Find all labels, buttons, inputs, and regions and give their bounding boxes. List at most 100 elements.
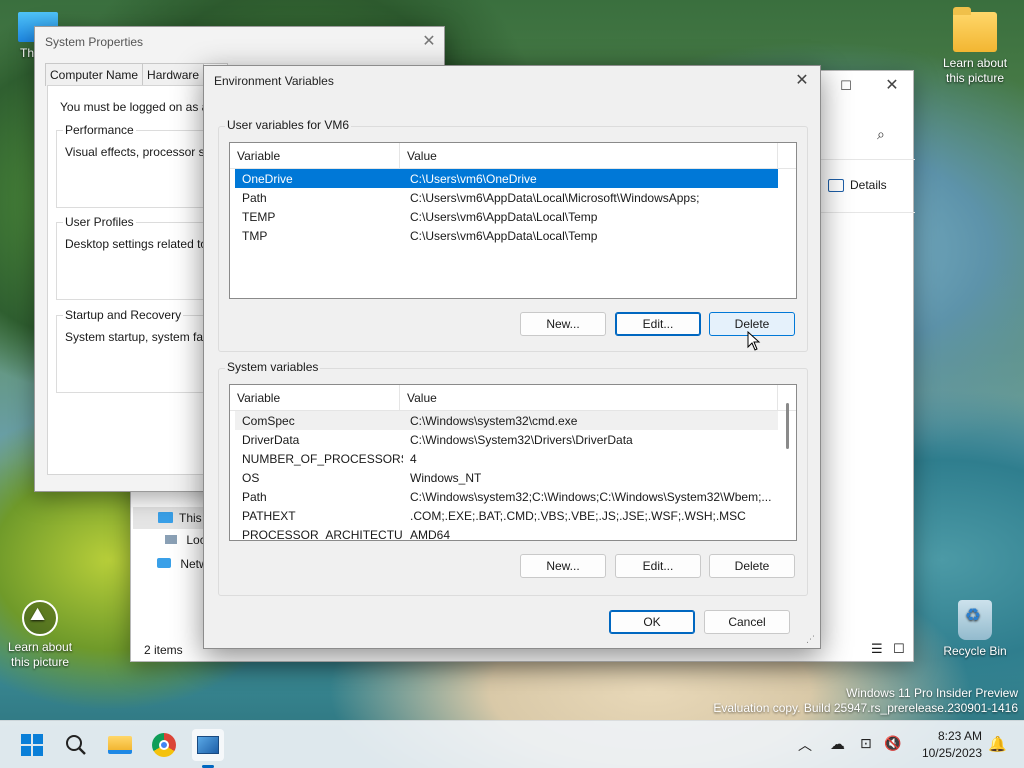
dialog-title: Environment Variables	[214, 74, 334, 88]
variable-name: ComSpec	[242, 413, 295, 428]
variable-value: 4	[410, 451, 417, 466]
chrome-icon	[152, 733, 176, 757]
variable-name: Path	[242, 190, 267, 205]
nav-item-local-disk[interactable]: Loc	[165, 533, 206, 547]
folder-icon	[108, 736, 132, 754]
nav-item-label: This	[179, 511, 202, 525]
variable-value: AMD64	[410, 527, 451, 541]
network-icon	[157, 558, 171, 568]
network-icon[interactable]: ⊡	[860, 735, 872, 752]
group-title: Startup and Recovery	[63, 308, 184, 322]
search-icon[interactable]: ⌕	[877, 126, 885, 143]
chrome-button[interactable]	[148, 729, 180, 761]
system-variables-list[interactable]: Variable Value ComSpec C:\Windows\system…	[229, 384, 797, 541]
system-properties-titlebar[interactable]: System Properties	[35, 27, 444, 57]
column-header-variable[interactable]: Variable	[230, 143, 400, 168]
explorer-toolbar-divider	[821, 159, 915, 213]
list-item[interactable]: PATHEXT .COM;.EXE;.BAT;.CMD;.VBS;.VBE;.J…	[235, 506, 778, 525]
onedrive-status-icon[interactable]: ☁	[830, 735, 845, 753]
drive-icon	[165, 535, 177, 544]
desktop-icon-learn-picture[interactable]: Learn about this picture	[0, 600, 80, 670]
notification-bell-icon[interactable]: 🔔	[988, 735, 1007, 753]
variable-value: C:\Windows\system32\cmd.exe	[410, 413, 578, 428]
column-header-variable[interactable]: Variable	[230, 385, 400, 410]
list-item[interactable]: OS Windows_NT	[235, 468, 778, 487]
variable-name: Path	[242, 489, 267, 504]
ok-button[interactable]: OK	[609, 610, 695, 634]
windows-logo-icon	[21, 734, 43, 756]
variable-name: OneDrive	[242, 171, 293, 186]
admin-notice: You must be logged on as an A	[60, 100, 226, 114]
watermark-edition: Windows 11 Pro Insider Preview	[846, 686, 1018, 700]
group-description: Desktop settings related to yo	[65, 237, 224, 251]
desktop-icon-learn-picture-top[interactable]: Learn about this picture	[935, 7, 1015, 86]
tab-computer-name[interactable]: Computer Name	[45, 63, 144, 86]
variable-value: Windows_NT	[410, 470, 482, 485]
clock-date[interactable]: 10/25/2023	[918, 746, 982, 760]
list-item[interactable]: PROCESSOR_ARCHITECTURE AMD64	[235, 525, 778, 541]
column-header-value[interactable]: Value	[400, 143, 778, 168]
file-explorer-button[interactable]	[104, 729, 136, 761]
desktop-icon-label: Recycle Bin	[943, 644, 1007, 658]
close-icon[interactable]: ✕	[869, 71, 915, 101]
volume-muted-icon[interactable]: 🔇	[884, 735, 901, 752]
list-header: Variable Value	[230, 385, 796, 411]
nav-item-this-pc[interactable]: This	[133, 507, 205, 529]
vertical-scrollbar-thumb[interactable]	[786, 403, 789, 449]
system-new-button[interactable]: New...	[520, 554, 606, 578]
variable-name: NUMBER_OF_PROCESSORS	[242, 451, 403, 466]
variable-value: C:\Windows\system32;C:\Windows;C:\Window…	[410, 489, 772, 504]
system-delete-button[interactable]: Delete	[709, 554, 795, 578]
maximize-icon[interactable]: ☐	[823, 71, 869, 101]
this-pc-icon	[158, 512, 173, 523]
user-variables-list[interactable]: Variable Value OneDrive C:\Users\vm6\One…	[229, 142, 797, 299]
mouse-cursor-icon	[747, 331, 761, 351]
list-item[interactable]: TEMP C:\Users\vm6\AppData\Local\Temp	[235, 207, 778, 226]
system-edit-button[interactable]: Edit...	[615, 554, 701, 578]
group-title: Performance	[63, 123, 136, 137]
user-new-button[interactable]: New...	[520, 312, 606, 336]
details-view-icon[interactable]: ☰	[871, 641, 883, 657]
user-edit-button[interactable]: Edit...	[615, 312, 701, 336]
system-properties-taskbar-button[interactable]	[192, 729, 224, 761]
watermark-build: Evaluation copy. Build 25947.rs_prerelea…	[713, 701, 1018, 715]
cancel-button[interactable]: Cancel	[704, 610, 790, 634]
group-description: System startup, system failure	[65, 330, 226, 344]
close-icon[interactable]: ✕	[406, 27, 452, 57]
group-title: System variables	[225, 360, 321, 374]
list-item[interactable]: NUMBER_OF_PROCESSORS 4	[235, 449, 778, 468]
variable-name: DriverData	[242, 432, 300, 447]
list-item[interactable]: ComSpec C:\Windows\system32\cmd.exe	[235, 411, 778, 430]
nav-item-network[interactable]: Netw	[157, 557, 208, 571]
resize-grip-icon[interactable]: ⋰	[806, 634, 815, 645]
clock-time[interactable]: 8:23 AM	[932, 729, 982, 743]
tab-hardware[interactable]: Hardware	[142, 63, 205, 86]
variable-value: C:\Users\vm6\OneDrive	[410, 171, 537, 186]
group-title: User variables for VM6	[225, 118, 352, 132]
list-item[interactable]: Path C:\Windows\system32;C:\Windows;C:\W…	[235, 487, 778, 506]
show-hidden-icons-chevron-icon[interactable]: ︿	[798, 735, 812, 755]
status-bar-item-count: 2 items	[144, 643, 183, 657]
start-button[interactable]	[16, 729, 48, 761]
tab-strip: Computer Name Hardware Ad	[45, 63, 228, 86]
search-button[interactable]	[60, 729, 92, 761]
window-title: System Properties	[45, 35, 144, 49]
list-item[interactable]: TMP C:\Users\vm6\AppData\Local\Temp	[235, 226, 778, 245]
variable-name: OS	[242, 470, 260, 485]
search-icon	[66, 735, 86, 755]
desktop-icon-recycle-bin[interactable]: Recycle Bin	[935, 600, 1015, 659]
list-item[interactable]: Path C:\Users\vm6\AppData\Local\Microsof…	[235, 188, 778, 207]
list-item[interactable]: DriverData C:\Windows\System32\Drivers\D…	[235, 430, 778, 449]
column-header-value[interactable]: Value	[400, 385, 778, 410]
group-title: User Profiles	[63, 215, 136, 229]
variable-value: C:\Users\vm6\AppData\Local\Temp	[410, 209, 598, 224]
folder-icon	[953, 7, 997, 52]
variable-name: PROCESSOR_ARCHITECTURE	[242, 527, 403, 541]
variable-name: TEMP	[242, 209, 276, 224]
variable-value: C:\Users\vm6\AppData\Local\Microsoft\Win…	[410, 190, 700, 205]
tiles-view-icon[interactable]: ☐	[893, 641, 905, 657]
close-icon[interactable]: ✕	[782, 66, 822, 96]
list-header: Variable Value	[230, 143, 796, 169]
dialog-titlebar[interactable]: Environment Variables	[204, 66, 820, 96]
list-item[interactable]: OneDrive C:\Users\vm6\OneDrive	[235, 169, 778, 188]
